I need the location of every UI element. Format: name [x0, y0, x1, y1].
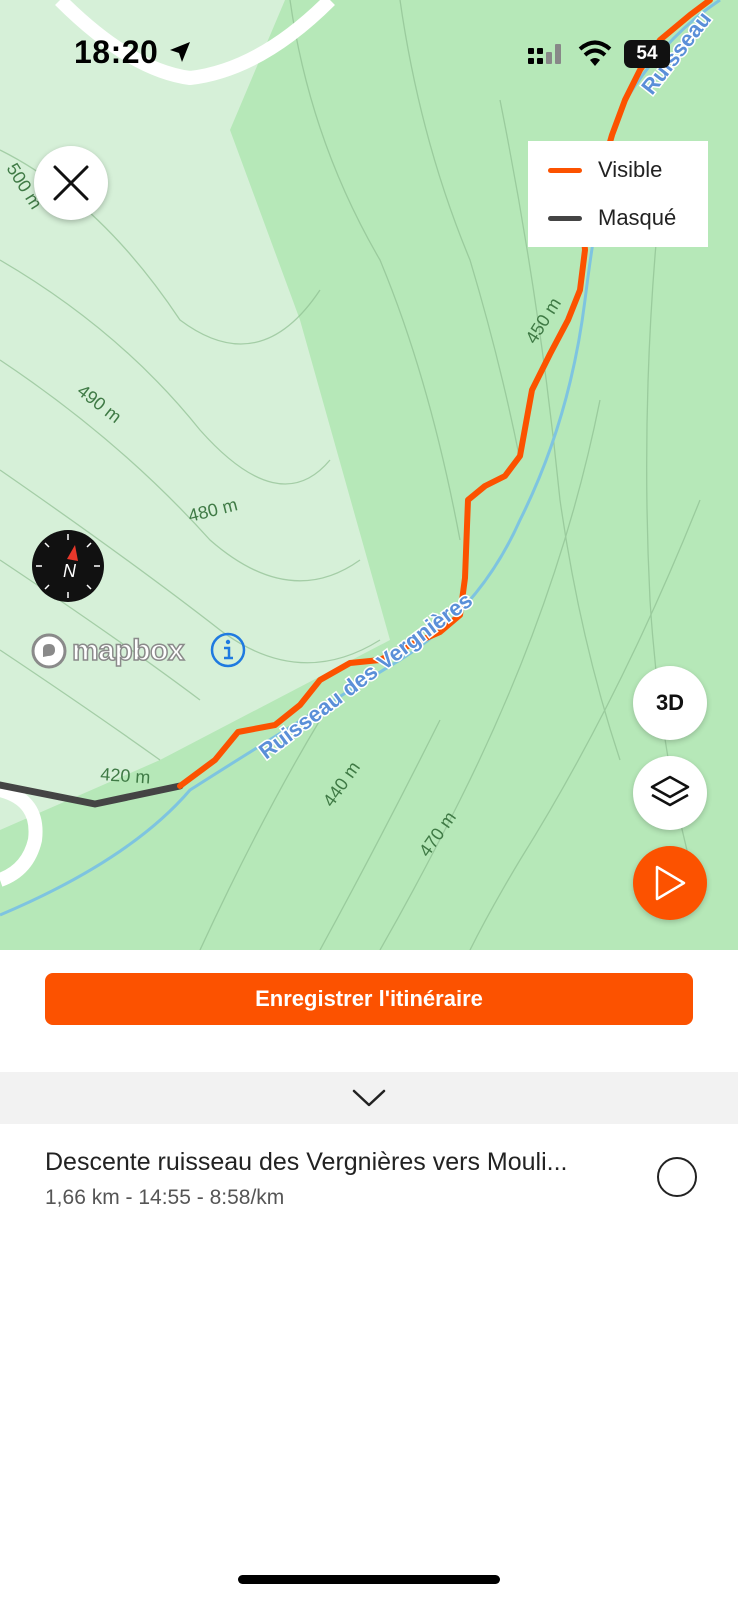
play-icon — [655, 865, 686, 901]
legend-item-visible: Visible — [548, 157, 662, 183]
chevron-down-icon — [352, 1089, 386, 1107]
legend-item-hidden: Masqué — [548, 205, 676, 231]
route-list-item[interactable]: Descente ruisseau des Vergnières vers Mo… — [0, 1130, 738, 1230]
route-select-radio[interactable] — [657, 1157, 697, 1197]
mapbox-wordmark: mapbox — [71, 633, 185, 668]
status-time: 18:20 — [74, 34, 159, 70]
collapse-handle[interactable] — [0, 1072, 738, 1124]
legend-label-hidden: Masqué — [598, 205, 677, 230]
3d-label: 3D — [655, 690, 685, 715]
home-indicator[interactable] — [238, 1575, 500, 1584]
compass-north-label: N — [63, 561, 77, 581]
legend-swatch-visible — [548, 167, 582, 173]
3d-toggle-button[interactable]: 3D — [633, 666, 707, 740]
map-layers-button[interactable] — [633, 756, 707, 830]
legend-label-visible: Visible — [598, 157, 663, 182]
mapbox-icon — [31, 633, 67, 669]
mapbox-logo: mapbox — [30, 632, 185, 670]
route-stats: 1,66 km - 14:55 - 8:58/km — [45, 1186, 285, 1209]
location-arrow-icon — [170, 42, 190, 62]
route-title: Descente ruisseau des Vergnières vers Mo… — [45, 1148, 568, 1176]
save-route-label: Enregistrer l'itinéraire — [255, 986, 483, 1011]
status-bar: 18:20 54 — [0, 0, 738, 110]
cellular-signal-icon — [528, 44, 561, 64]
close-button[interactable] — [34, 146, 108, 220]
route-legend: Visible Masqué — [528, 141, 708, 247]
compass-icon[interactable]: N — [31, 529, 105, 603]
battery-indicator: 54 — [624, 40, 670, 68]
start-navigation-button[interactable] — [633, 846, 707, 920]
close-icon — [53, 165, 89, 201]
layers-icon — [650, 775, 690, 807]
legend-swatch-hidden — [548, 215, 582, 221]
wifi-icon — [578, 40, 612, 66]
contour-label-420: 420 m — [100, 764, 151, 787]
save-route-button[interactable]: Enregistrer l'itinéraire — [45, 973, 693, 1025]
battery-level: 54 — [636, 43, 658, 64]
info-icon[interactable] — [210, 632, 246, 668]
